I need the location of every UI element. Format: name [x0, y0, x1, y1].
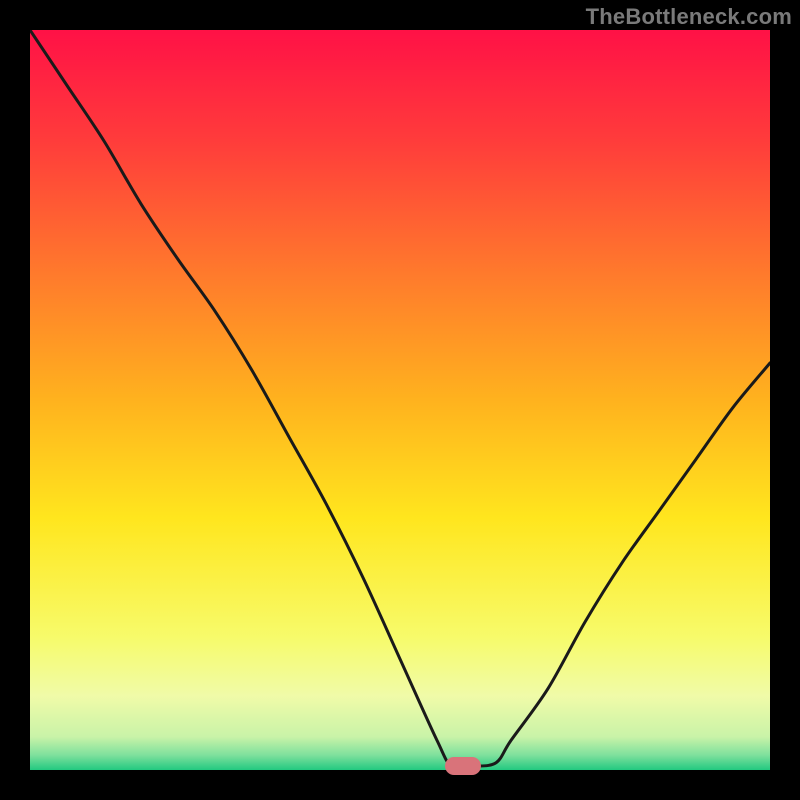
plot-area — [30, 30, 770, 770]
chart-frame: TheBottleneck.com — [0, 0, 800, 800]
bottleneck-curve — [30, 30, 770, 770]
optimal-point-marker — [445, 757, 481, 775]
watermark-text: TheBottleneck.com — [586, 4, 792, 30]
